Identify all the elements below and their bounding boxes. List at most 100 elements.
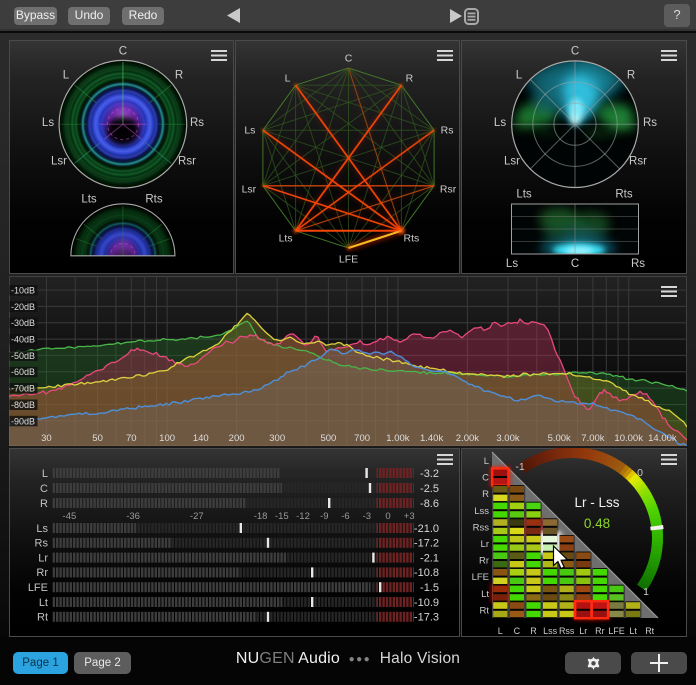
svg-text:L: L: [516, 70, 523, 82]
svg-text:Lsr: Lsr: [242, 183, 257, 195]
svg-text:140: 140: [193, 433, 209, 444]
svg-text:-10.8: -10.8: [414, 567, 439, 579]
svg-text:30: 30: [41, 433, 52, 444]
svg-text:Rs: Rs: [35, 538, 49, 550]
svg-text:LFE: LFE: [472, 572, 489, 583]
svg-text:-9: -9: [320, 511, 328, 522]
svg-text:Ls: Ls: [36, 523, 48, 535]
svg-text:-17.2: -17.2: [414, 538, 439, 550]
svg-text:14.00k: 14.00k: [648, 433, 677, 444]
svg-text:L: L: [63, 70, 70, 82]
svg-text:-27: -27: [190, 511, 204, 522]
svg-text:C: C: [40, 483, 48, 495]
svg-text:LFE: LFE: [28, 582, 48, 594]
svg-text:500: 500: [320, 433, 336, 444]
svg-text:-40dB: -40dB: [11, 335, 35, 345]
svg-text:Lr: Lr: [579, 626, 587, 636]
svg-text:Lr - Lss: Lr - Lss: [574, 495, 619, 510]
svg-text:LFE: LFE: [339, 254, 358, 266]
svg-text:L: L: [484, 456, 489, 467]
svg-text:Rsr: Rsr: [178, 156, 196, 168]
svg-text:Lsr: Lsr: [51, 156, 67, 168]
svg-text:700: 700: [354, 433, 370, 444]
svg-text:-6: -6: [341, 511, 349, 522]
svg-text:0: 0: [385, 511, 390, 522]
svg-text:200: 200: [229, 433, 245, 444]
svg-text:C: C: [482, 473, 489, 484]
svg-text:L: L: [498, 626, 503, 636]
svg-text:C: C: [514, 626, 521, 636]
svg-text:-45: -45: [63, 511, 77, 522]
svg-text:7.00k: 7.00k: [581, 433, 604, 444]
svg-text:Rt: Rt: [37, 612, 48, 624]
svg-text:Lts: Lts: [516, 189, 532, 201]
svg-text:Rr: Rr: [36, 567, 48, 579]
svg-text:Rss: Rss: [473, 522, 490, 533]
svg-text:0: 0: [637, 467, 643, 479]
svg-text:Lss: Lss: [474, 506, 489, 517]
svg-text:-10dB: -10dB: [11, 286, 35, 296]
svg-text:Rt: Rt: [645, 626, 654, 636]
svg-text:Rs: Rs: [643, 117, 657, 129]
svg-text:-30dB: -30dB: [11, 318, 35, 328]
svg-text:-80dB: -80dB: [11, 400, 35, 410]
svg-text:R: R: [482, 489, 489, 500]
svg-text:R: R: [530, 626, 537, 636]
svg-text:-3.2: -3.2: [420, 468, 439, 480]
svg-text:Rsr: Rsr: [440, 183, 457, 195]
svg-text:Ls: Ls: [506, 258, 518, 270]
svg-text:R: R: [627, 70, 635, 82]
svg-text:-20dB: -20dB: [11, 302, 35, 312]
svg-text:-2.1: -2.1: [420, 552, 439, 564]
svg-text:Rr: Rr: [479, 556, 489, 567]
svg-text:Lr: Lr: [481, 539, 489, 550]
svg-text:Rt: Rt: [480, 605, 490, 616]
svg-text:Rsr: Rsr: [629, 156, 647, 168]
svg-text:Lss: Lss: [543, 626, 558, 636]
svg-text:1.40k: 1.40k: [420, 433, 443, 444]
svg-text:5.00k: 5.00k: [548, 433, 571, 444]
svg-text:300: 300: [269, 433, 285, 444]
svg-text:-18: -18: [254, 511, 268, 522]
svg-text:C: C: [571, 46, 579, 58]
svg-text:-10.9: -10.9: [414, 597, 439, 609]
svg-text:Lsr: Lsr: [504, 156, 520, 168]
svg-text:R: R: [175, 70, 183, 82]
svg-text:Rts: Rts: [404, 232, 420, 244]
svg-text:Rs: Rs: [631, 258, 645, 270]
svg-text:Lts: Lts: [81, 194, 97, 206]
svg-text:-60dB: -60dB: [11, 367, 35, 377]
svg-text:-15: -15: [275, 511, 289, 522]
svg-text:Rts: Rts: [145, 194, 163, 206]
svg-text:L: L: [285, 73, 291, 85]
svg-text:R: R: [40, 498, 48, 510]
svg-text:-50dB: -50dB: [11, 351, 35, 361]
svg-text:Rs: Rs: [190, 117, 204, 129]
svg-text:-21.0: -21.0: [414, 523, 439, 535]
svg-text:Lt: Lt: [481, 589, 489, 600]
svg-text:-12: -12: [296, 511, 310, 522]
svg-text:C: C: [119, 46, 127, 58]
svg-text:-2.5: -2.5: [420, 483, 439, 495]
svg-text:R: R: [406, 73, 414, 85]
svg-text:Ls: Ls: [244, 125, 255, 137]
svg-text:Ls: Ls: [494, 117, 506, 129]
svg-text:Rts: Rts: [615, 189, 633, 201]
svg-text:Lt: Lt: [629, 626, 637, 636]
svg-text:-36: -36: [126, 511, 140, 522]
svg-text:2.00k: 2.00k: [456, 433, 479, 444]
svg-text:-70dB: -70dB: [11, 384, 35, 394]
svg-text:+3: +3: [404, 511, 415, 522]
svg-text:Ls: Ls: [42, 117, 54, 129]
svg-text:-8.6: -8.6: [420, 498, 439, 510]
svg-text:Lr: Lr: [38, 552, 48, 564]
svg-text:70: 70: [126, 433, 137, 444]
svg-text:10.00k: 10.00k: [614, 433, 643, 444]
svg-text:L: L: [42, 468, 48, 480]
svg-text:0.48: 0.48: [584, 516, 610, 531]
svg-text:LFE: LFE: [608, 626, 625, 636]
svg-text:100: 100: [159, 433, 175, 444]
svg-text:Rs: Rs: [441, 125, 454, 137]
svg-text:C: C: [345, 53, 353, 65]
svg-text:C: C: [571, 258, 579, 270]
